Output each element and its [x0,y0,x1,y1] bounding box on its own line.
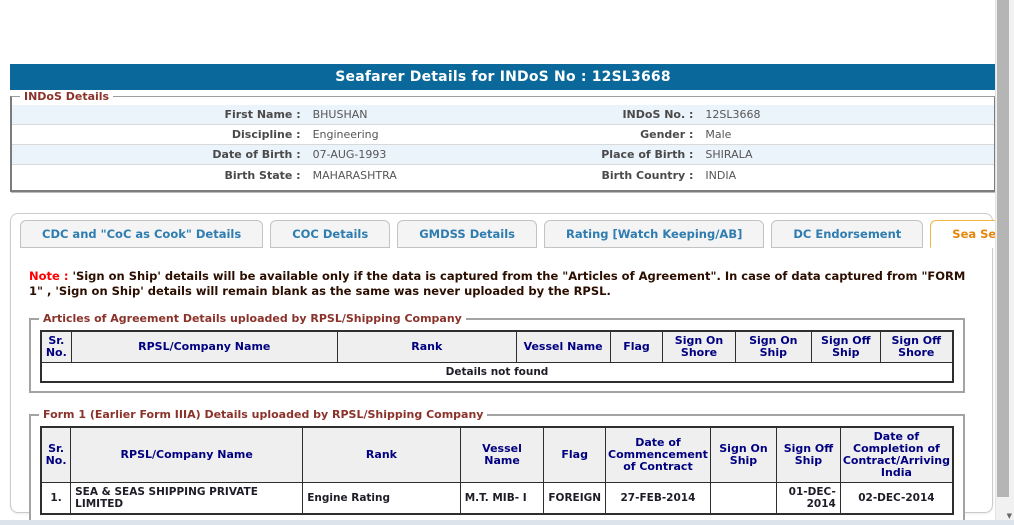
first-name-label: First Name : [224,108,301,121]
articles-of-agreement-table: Sr. No. RPSL/Company Name Rank Vessel Na… [40,330,954,383]
col-flag: Flag [609,330,664,363]
scrollbar-down-arrow-icon[interactable]: ▼ [1007,512,1012,520]
cell-company: SEA & SEAS SHIPPING PRIVATE LIMITED [70,482,304,515]
vertical-scrollbar[interactable]: ▼ [995,0,1014,520]
birth-country-label: Birth Country : [601,168,694,182]
tab-cdc-coc-as-cook[interactable]: CDC and "CoC as Cook" Details [20,220,264,248]
indos-no-label: INDoS No. : [622,108,694,121]
place-of-birth-value: SHIRALA [705,148,753,161]
empty-row: Details not found [40,362,954,383]
col-rpsl-company-name: RPSL/Company Name [70,426,304,483]
col-sign-on-ship: Sign On Ship [734,330,813,363]
col-sign-off-ship: Sign Off Ship [811,330,881,363]
place-of-birth-label: Place of Birth : [601,148,694,161]
tab-gmdss-details[interactable]: GMDSS Details [397,220,538,248]
cell-commencement-date: 27-FEB-2014 [605,482,711,515]
indos-details-legend: INDoS Details [24,90,110,103]
cell-vessel: M.T. MIB- I [459,482,545,515]
bottom-edge-strip [0,520,1014,525]
note-prefix: Note : [29,269,73,283]
col-vessel-name: Vessel Name [459,426,545,483]
tab-content-panel: CDC and "CoC as Cook" Details COC Detail… [10,213,1014,525]
cell-rank: Engine Rating [302,482,461,515]
col-flag: Flag [543,426,607,483]
gender-value: Male [705,128,732,141]
first-name-value: BHUSHAN [312,108,368,121]
col-sign-off-ship: Sign Off Ship [776,426,841,483]
articles-of-agreement-fieldset: Articles of Agreement Details uploaded b… [29,312,965,393]
col-sign-off-shore: Sign Off Shore [879,330,954,363]
table-header-row: Sr. No. RPSL/Company Name Rank Vessel Na… [40,426,954,483]
note-body: 'Sign on Ship' details will be available… [29,269,966,298]
indos-no-value: 12SL3668 [705,108,761,121]
indos-row: Discipline : Engineering Gender : Male [12,125,994,145]
cell-sr-no: 1. [40,482,72,515]
articles-of-agreement-legend: Articles of Agreement Details uploaded b… [43,312,462,325]
col-vessel-name: Vessel Name [515,330,611,363]
birth-state-value: MAHARASHTRA [312,168,397,182]
form1-fieldset: Form 1 (Earlier Form IIIA) Details uploa… [29,408,965,525]
tab-dc-endorsement[interactable]: DC Endorsement [771,220,924,248]
col-date-of-completion: Date of Completion of Contract/Arriving … [839,426,954,483]
indos-row: Birth State : MAHARASHTRA Birth Country … [12,165,994,185]
birth-country-value: INDIA [705,168,737,182]
form1-table: Sr. No. RPSL/Company Name Rank Vessel Na… [40,426,954,515]
indos-details-grid: First Name : BHUSHAN INDoS No. : 12SL366… [12,105,994,185]
table-row: 1. SEA & SEAS SHIPPING PRIVATE LIMITED E… [40,482,954,515]
col-sign-on-shore: Sign On Shore [662,330,736,363]
details-not-found-message: Details not found [40,362,954,383]
form1-legend: Form 1 (Earlier Form IIIA) Details uploa… [43,408,484,421]
birth-state-label: Birth State : [224,168,301,182]
col-sr-no: Sr. No. [40,330,72,363]
tab-rating-watch-keeping-ab[interactable]: Rating [Watch Keeping/AB] [544,220,765,248]
cell-sign-on-ship [709,482,778,515]
col-sign-on-ship: Sign On Ship [709,426,778,483]
scrollbar-thumb[interactable] [997,0,1009,497]
dob-value: 07-AUG-1993 [312,148,387,161]
dob-label: Date of Birth : [212,148,301,161]
tab-coc-details[interactable]: COC Details [270,220,391,248]
indos-row: First Name : BHUSHAN INDoS No. : 12SL366… [12,105,994,125]
discipline-value: Engineering [312,128,379,141]
tab-bar: CDC and "CoC as Cook" Details COC Detail… [20,220,1014,248]
col-rank: Rank [336,330,517,363]
col-sr-no: Sr. No. [40,426,72,483]
seafarer-details-page: Seafarer Details for INDoS No : 12SL3668… [0,0,1014,525]
indos-details-fieldset: INDoS Details First Name : BHUSHAN INDoS… [10,90,996,192]
sign-on-ship-note: Note : 'Sign on Ship' details will be av… [29,269,976,299]
col-date-of-commencement: Date of Commencement of Contract [605,426,711,483]
cell-completion-date: 02-DEC-2014 [839,482,954,515]
col-rank: Rank [302,426,461,483]
cell-flag: FOREIGN [543,482,607,515]
discipline-label: Discipline : [231,128,301,141]
table-header-row: Sr. No. RPSL/Company Name Rank Vessel Na… [40,330,954,363]
cell-sign-off-ship: 01-DEC-2014 [776,482,841,515]
col-rpsl-company-name: RPSL/Company Name [70,330,338,363]
indos-row: Date of Birth : 07-AUG-1993 Place of Bir… [12,145,994,165]
page-title: Seafarer Details for INDoS No : 12SL3668 [10,64,996,90]
gender-label: Gender : [640,128,694,141]
